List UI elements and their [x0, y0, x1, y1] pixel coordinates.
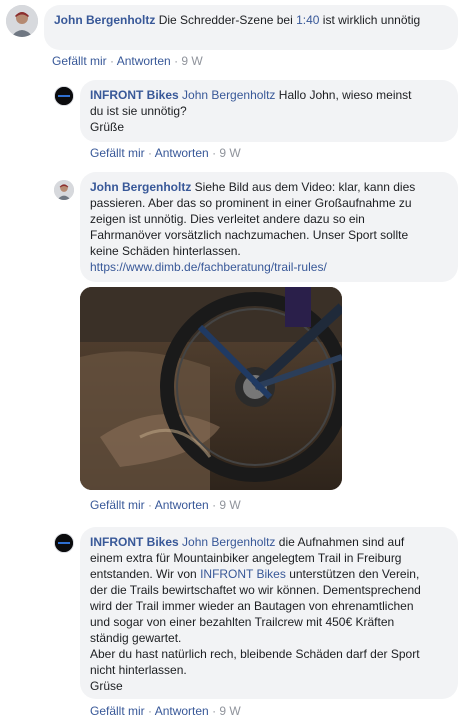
comment-text: Grüse: [90, 679, 123, 693]
comment-text: Siehe Bild aus dem Video: klar, kann die…: [191, 180, 416, 194]
reply-button[interactable]: Antworten: [155, 146, 209, 160]
comment-text: der die Trails bewirtschaftet wo wir kön…: [90, 583, 421, 597]
reply-button[interactable]: Antworten: [155, 704, 209, 718]
like-button[interactable]: Gefällt mir: [90, 498, 145, 512]
comment-text: wird der Trail immer wieder an Bautagen …: [90, 599, 414, 613]
like-button[interactable]: Gefällt mir: [90, 704, 145, 718]
comment-bubble: INFRONT Bikes John Bergenholtz die Aufna…: [80, 527, 458, 699]
comment-age[interactable]: 9 W: [219, 146, 240, 160]
user-avatar-icon: [54, 180, 74, 200]
comment-bubble: INFRONT Bikes John Bergenholtz Hallo Joh…: [80, 80, 458, 142]
comment-text: unterstützen den Verein,: [285, 567, 420, 581]
comment-text: zeigen ist unnötig. Dies verleitet ander…: [90, 212, 365, 226]
john-avatar[interactable]: [54, 180, 74, 200]
separator: ·: [212, 498, 217, 512]
comment-actions: Gefällt mir · Antworten · 9 W: [90, 145, 241, 161]
comment-text: die Aufnahmen sind auf: [275, 535, 405, 549]
separator: ·: [212, 704, 217, 718]
comment-author[interactable]: John Bergenholtz: [54, 13, 155, 27]
infront-logo-icon: [55, 534, 73, 552]
comment-text: ständig gewartet.: [90, 631, 182, 645]
mention-link[interactable]: John Bergenholtz: [182, 535, 275, 549]
comment-age[interactable]: 9 W: [219, 704, 240, 718]
comment-age[interactable]: 9 W: [219, 498, 240, 512]
comment-text: Die Schredder-Szene bei: [158, 13, 297, 27]
comment-age[interactable]: 9 W: [181, 54, 202, 68]
mention-link[interactable]: INFRONT Bikes: [200, 567, 286, 581]
separator: ·: [110, 54, 115, 68]
comment-text: und sogar von einer bezahlten Trailcrew …: [90, 615, 395, 629]
comment-author[interactable]: INFRONT Bikes: [90, 88, 179, 102]
video-timestamp-link[interactable]: 1:40: [296, 13, 319, 27]
mention-link[interactable]: John Bergenholtz: [182, 88, 275, 102]
infront-logo-icon: [55, 87, 73, 105]
comment-bubble: John Bergenholtz Siehe Bild aus dem Vide…: [80, 172, 458, 282]
infront-avatar[interactable]: [54, 533, 74, 553]
comment-bubble: John Bergenholtz Die Schredder-Szene bei…: [44, 5, 458, 50]
comment-text: passieren. Aber das so prominent in eine…: [90, 196, 412, 210]
comment-actions: Gefällt mir · Antworten · 9 W: [52, 53, 203, 69]
comment-text: nicht hinterlassen.: [90, 663, 187, 677]
comment-author[interactable]: INFRONT Bikes: [90, 535, 179, 549]
comment-actions: Gefällt mir · Antworten · 9 W: [90, 497, 241, 513]
comment-text: Aber du hast natürlich rech, bleibende S…: [90, 647, 420, 661]
comment-text: keine Schäden hinterlassen.: [90, 244, 241, 258]
like-button[interactable]: Gefällt mir: [52, 54, 107, 68]
comment-text: Fahrmanöver vorsätzlich nachzumachen. Un…: [90, 228, 409, 242]
separator: ·: [212, 146, 217, 160]
separator: ·: [148, 498, 153, 512]
john-avatar[interactable]: [6, 5, 38, 37]
comment-text: ist wirklich unnötig: [319, 13, 421, 27]
comment-actions: Gefällt mir · Antworten · 9 W: [90, 703, 241, 719]
mountain-bike-photo-icon: [80, 287, 342, 490]
separator: ·: [148, 704, 153, 718]
infront-avatar[interactable]: [54, 86, 74, 106]
like-button[interactable]: Gefällt mir: [90, 146, 145, 160]
separator: ·: [148, 146, 153, 160]
comment-text: einem extra für Mountainbiker angelegtem…: [90, 551, 402, 565]
comment-photo[interactable]: [80, 287, 342, 490]
reply-button[interactable]: Antworten: [155, 498, 209, 512]
reply-button[interactable]: Antworten: [117, 54, 171, 68]
comment-text: du ist sie unnötig?: [90, 104, 187, 118]
separator: ·: [174, 54, 179, 68]
external-link[interactable]: https://www.dimb.de/fachberatung/trail-r…: [90, 260, 327, 274]
user-avatar-icon: [6, 5, 38, 37]
comment-author[interactable]: John Bergenholtz: [90, 180, 191, 194]
comment-text: Grüße: [90, 120, 125, 134]
comment-text: Hallo John, wieso meinst: [275, 88, 412, 102]
comment-text: entstanden. Wir von: [90, 567, 201, 581]
